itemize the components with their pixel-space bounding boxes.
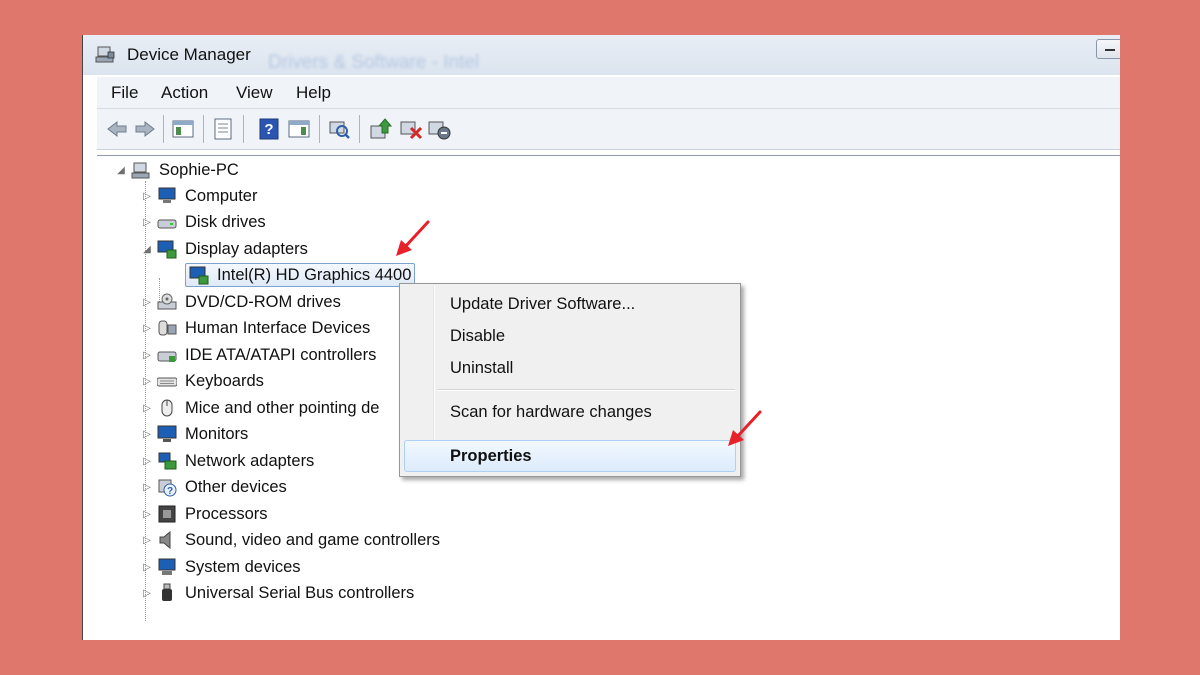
speaker-icon bbox=[159, 530, 171, 550]
show-hide-console-tree-icon[interactable] bbox=[171, 117, 195, 141]
keyboard-icon bbox=[157, 377, 177, 387]
collapse-arrow-icon[interactable]: ◢ bbox=[115, 165, 127, 176]
title-bar[interactable]: Device Manager Drivers & Software - Inte… bbox=[83, 35, 1120, 75]
hid-icon bbox=[158, 320, 177, 336]
background-window-title: Drivers & Software - Intel bbox=[268, 52, 480, 73]
uninstall-device-icon[interactable] bbox=[427, 117, 451, 141]
annotation-arrow-icon bbox=[728, 410, 762, 446]
tree-item-sound-video-game-controllers[interactable]: ▷ Sound, video and game controllers bbox=[141, 528, 440, 552]
dvd-drive-icon bbox=[157, 293, 177, 310]
tree-item-label: Intel(R) HD Graphics 4400 bbox=[217, 265, 412, 284]
tree-item-human-interface-devices[interactable]: ▷ Human Interface Devices bbox=[141, 316, 370, 340]
tree-item-label: DVD/CD-ROM drives bbox=[185, 292, 341, 311]
collapse-arrow-icon[interactable]: ◢ bbox=[141, 244, 153, 255]
usb-icon bbox=[162, 583, 172, 601]
tree-item-system-devices[interactable]: ▷ System devices bbox=[141, 555, 301, 579]
context-menu: Update Driver Software... Disable Uninst… bbox=[399, 283, 741, 477]
system-devices-icon bbox=[158, 558, 176, 575]
properties-icon[interactable] bbox=[211, 117, 235, 141]
window-title: Device Manager bbox=[127, 45, 251, 64]
menu-item-properties[interactable]: Properties bbox=[450, 447, 532, 466]
disk-drive-icon bbox=[157, 219, 177, 229]
tree-item-keyboards[interactable]: ▷ Keyboards bbox=[141, 369, 264, 393]
tree-item-label: Network adapters bbox=[185, 451, 315, 470]
expand-arrow-icon[interactable]: ▷ bbox=[141, 350, 153, 361]
update-driver-icon[interactable] bbox=[369, 117, 393, 141]
tree-item-usb-controllers[interactable]: ▷ Universal Serial Bus controllers bbox=[141, 581, 414, 605]
tree-item-label: Other devices bbox=[185, 477, 287, 496]
tree-item-label: Computer bbox=[185, 186, 258, 205]
display-adapter-icon bbox=[189, 266, 209, 285]
disable-device-icon[interactable] bbox=[399, 117, 423, 141]
expand-arrow-icon[interactable]: ▷ bbox=[141, 482, 153, 493]
tree-item-label: IDE ATA/ATAPI controllers bbox=[185, 345, 377, 364]
tree-item-display-adapters[interactable]: ◢ Display adapters bbox=[141, 237, 308, 261]
menu-item-scan-for-hardware-changes[interactable]: Scan for hardware changes bbox=[450, 403, 652, 422]
tree-item-label: Universal Serial Bus controllers bbox=[185, 583, 415, 602]
menu-item-update-driver-software[interactable]: Update Driver Software... bbox=[450, 295, 635, 314]
tree-item-processors[interactable]: ▷ Processors bbox=[141, 502, 268, 526]
computer-icon bbox=[158, 187, 176, 203]
expand-arrow-icon[interactable]: ▷ bbox=[141, 403, 153, 414]
expand-arrow-icon[interactable]: ▷ bbox=[141, 191, 153, 202]
tree-item-computer[interactable]: ▷ Computer bbox=[141, 184, 257, 208]
computer-root-icon bbox=[131, 162, 150, 179]
menu-separator bbox=[437, 389, 735, 391]
expand-arrow-icon[interactable]: ▷ bbox=[141, 429, 153, 440]
help-icon[interactable]: ? bbox=[257, 117, 281, 141]
tree-item-intel-hd-graphics-4400[interactable]: Intel(R) HD Graphics 4400 bbox=[185, 263, 416, 287]
tree-item-label: Sound, video and game controllers bbox=[185, 530, 440, 549]
tree-item-other-devices[interactable]: ▷ ? Other devices bbox=[141, 475, 287, 499]
expand-arrow-icon[interactable]: ▷ bbox=[141, 297, 153, 308]
menu-item-disable[interactable]: Disable bbox=[450, 327, 505, 346]
tree-item-network-adapters[interactable]: ▷ Network adapters bbox=[141, 449, 314, 473]
tree-item-label: Mice and other pointing de bbox=[185, 398, 380, 417]
back-icon[interactable] bbox=[105, 117, 129, 141]
menu-view[interactable]: View bbox=[236, 83, 273, 103]
annotation-arrow-icon bbox=[396, 220, 430, 256]
expand-arrow-icon[interactable]: ▷ bbox=[141, 323, 153, 334]
tree-root-label: Sophie-PC bbox=[159, 160, 239, 179]
svg-text:?: ? bbox=[264, 121, 273, 138]
menu-file[interactable]: File bbox=[111, 83, 138, 103]
menu-item-uninstall[interactable]: Uninstall bbox=[450, 359, 513, 378]
menu-bar: File Action View Help bbox=[97, 77, 1120, 109]
scan-hardware-changes-icon[interactable] bbox=[327, 117, 351, 141]
menu-action[interactable]: Action bbox=[161, 83, 208, 103]
tree-item-monitors[interactable]: ▷ Monitors bbox=[141, 422, 248, 446]
tree-item-ide-ata-atapi-controllers[interactable]: ▷ IDE ATA/ATAPI controllers bbox=[141, 343, 376, 367]
tree-item-label: Display adapters bbox=[185, 239, 308, 258]
expand-arrow-icon[interactable]: ▷ bbox=[141, 509, 153, 520]
action-pane-icon[interactable] bbox=[287, 117, 311, 141]
expand-arrow-icon[interactable]: ▷ bbox=[141, 456, 153, 467]
other-devices-icon: ? bbox=[158, 479, 177, 497]
forward-icon[interactable] bbox=[133, 117, 157, 141]
tree-item-label: Keyboards bbox=[185, 371, 264, 390]
network-adapter-icon bbox=[158, 452, 177, 470]
tree-item-dvd-cd-rom-drives[interactable]: ▷ DVD/CD-ROM drives bbox=[141, 290, 341, 314]
expand-arrow-icon[interactable]: ▷ bbox=[141, 562, 153, 573]
tree-root[interactable]: ◢ Sophie-PC bbox=[115, 158, 239, 182]
expand-arrow-icon[interactable]: ▷ bbox=[141, 588, 153, 599]
processor-icon bbox=[158, 505, 176, 523]
device-manager-icon bbox=[95, 46, 115, 63]
tree-item-label: Monitors bbox=[185, 424, 249, 443]
tree-item-label: Human Interface Devices bbox=[185, 318, 371, 337]
tree-item-label: Disk drives bbox=[185, 212, 266, 231]
minimize-button[interactable] bbox=[1096, 39, 1120, 59]
menu-help[interactable]: Help bbox=[296, 83, 331, 103]
monitor-icon bbox=[157, 425, 177, 442]
ide-controller-icon bbox=[157, 351, 177, 362]
expand-arrow-icon[interactable]: ▷ bbox=[141, 217, 153, 228]
tree-item-label: System devices bbox=[185, 557, 301, 576]
mouse-icon bbox=[161, 399, 173, 417]
display-adapter-icon bbox=[157, 240, 177, 259]
tree-item-label: Processors bbox=[185, 504, 268, 523]
expand-arrow-icon[interactable]: ▷ bbox=[141, 376, 153, 387]
expand-arrow-icon[interactable]: ▷ bbox=[141, 535, 153, 546]
svg-text:?: ? bbox=[167, 486, 173, 497]
tree-item-mice[interactable]: ▷ Mice and other pointing de bbox=[141, 396, 379, 420]
toolbar: ? bbox=[97, 109, 1120, 150]
tree-item-disk-drives[interactable]: ▷ Disk drives bbox=[141, 210, 266, 234]
